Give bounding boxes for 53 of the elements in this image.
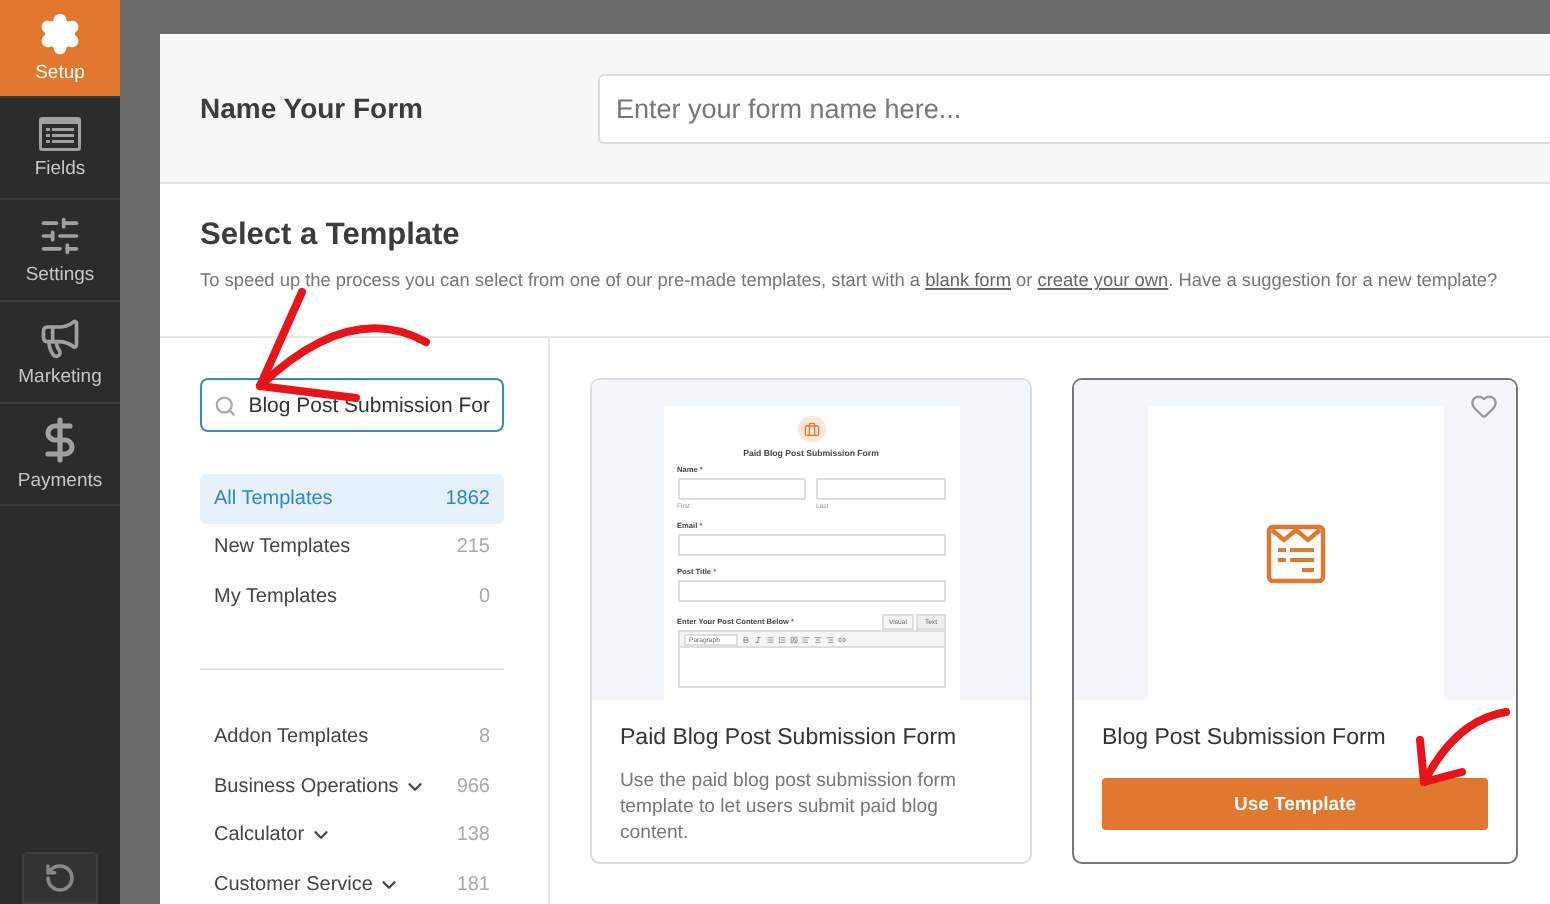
preview-input — [677, 478, 806, 500]
sliders-icon — [38, 214, 82, 258]
category-item[interactable]: My Templates 0 — [200, 572, 504, 621]
text-link[interactable]: blank form — [925, 270, 1011, 290]
card-description: Use the paid blog post submission form template to let users submit paid blog content. — [620, 768, 958, 846]
category-item[interactable]: Customer Service 181 — [200, 860, 504, 904]
category-label: Business Operations — [214, 775, 427, 798]
category-count: 0 — [478, 585, 490, 608]
category-item[interactable]: Calculator 138 — [200, 811, 504, 860]
toolbar-icon — [813, 635, 822, 643]
settings-icon — [38, 12, 82, 56]
category-count: 966 — [456, 775, 490, 798]
toolbar-icon — [765, 635, 774, 643]
toolbar-icon — [741, 635, 750, 643]
category-label: Customer Service — [214, 873, 401, 896]
text-link[interactable]: create your own — [1037, 270, 1169, 290]
section-description: To speed up the process you can select from one of our pre-made templates, start with a blank form or create your own. Have a suggestion for a new template? — [200, 270, 1500, 290]
form-name-field[interactable]: Enter your form name here... — [598, 73, 1550, 143]
category-count: 181 — [456, 873, 490, 896]
template-card[interactable] — [590, 378, 1032, 864]
toolbar-icon — [837, 635, 846, 643]
category-count: 215 — [456, 536, 490, 559]
form-name-label: Name Your Form — [200, 92, 426, 124]
toolbar-icon — [777, 635, 786, 643]
undo-icon — [44, 862, 76, 894]
category-label: My Templates — [214, 585, 338, 608]
toolbar-icon — [825, 635, 834, 643]
category-item[interactable]: New Templates 215 — [200, 523, 504, 572]
megaphone-icon — [38, 316, 82, 360]
template-card[interactable]: Blog Post Submission Form Use Template — [1072, 378, 1518, 864]
toolbar-icon — [789, 635, 798, 643]
category-label: New Templates — [214, 536, 351, 559]
category-item[interactable]: Addon Templates 8 — [200, 713, 504, 762]
category-count: 8 — [478, 726, 490, 749]
toolbar-icon — [801, 635, 810, 643]
category-label: Addon Templates — [214, 726, 369, 749]
category-label: All Templates — [214, 487, 333, 510]
search-icon — [214, 393, 237, 417]
list-icon — [38, 116, 82, 152]
category-count: 138 — [456, 824, 490, 847]
heart-icon[interactable] — [1470, 392, 1498, 420]
card-title: Blog Post Submission Form — [1102, 726, 1388, 750]
section-title: Select a Template — [200, 218, 462, 254]
toolbar-icon — [753, 635, 762, 643]
briefcase-icon — [797, 416, 825, 442]
category-item[interactable]: Business Operations 966 — [200, 762, 504, 811]
undo-button[interactable] — [22, 852, 98, 904]
category-label: Calculator — [214, 824, 333, 847]
preview-input — [816, 478, 945, 500]
card-title: Paid Blog Post Submission Form — [620, 726, 959, 750]
form-icon — [1265, 523, 1325, 583]
search-field[interactable]: Blog Post Submission For — [200, 378, 504, 432]
category-count: 1862 — [445, 487, 490, 510]
